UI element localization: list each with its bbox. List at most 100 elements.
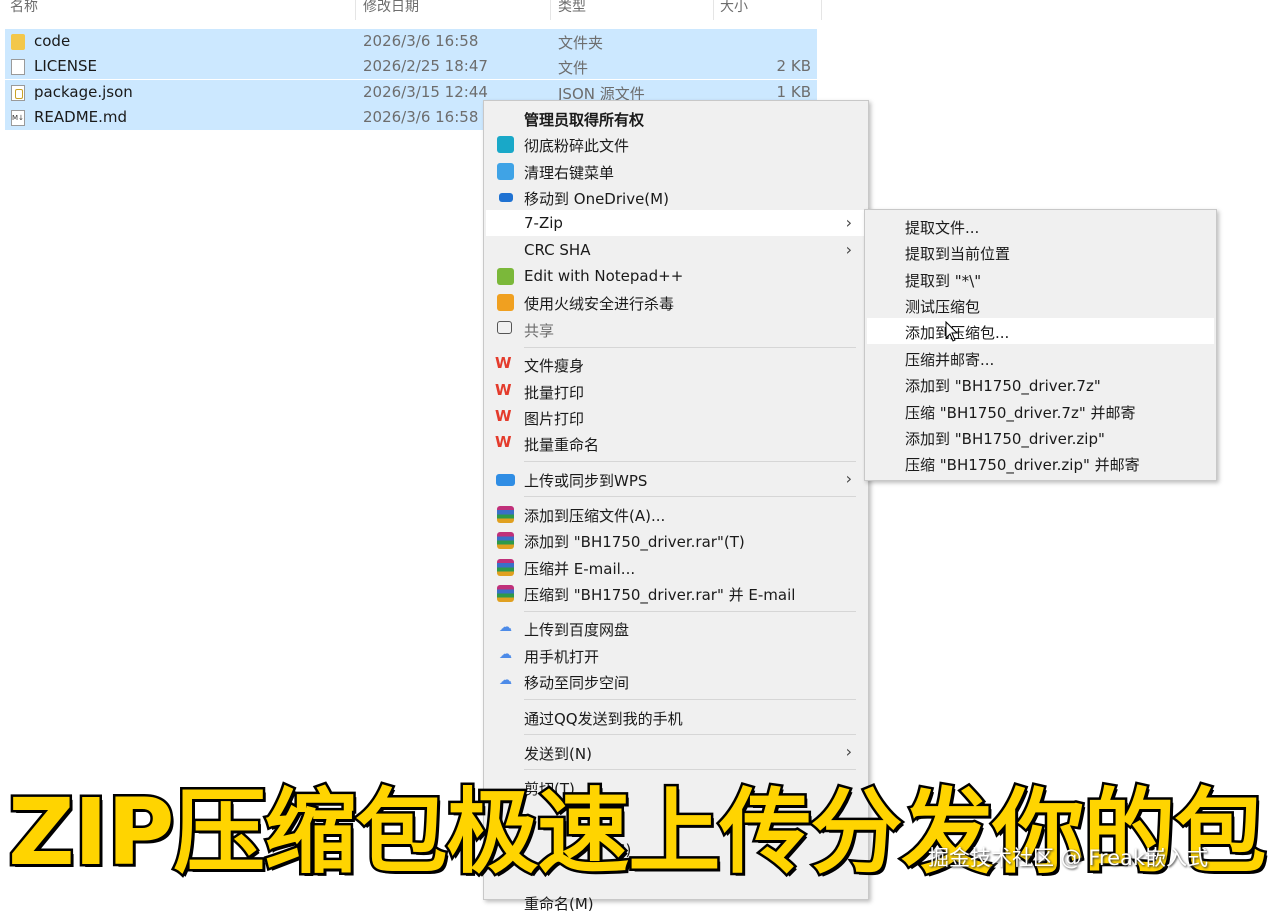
onedrive-cloud-icon	[499, 193, 513, 202]
menu-item-label: 用手机打开	[524, 648, 600, 666]
menu-item-label: 文件瘦身	[524, 357, 585, 375]
submenu-item-add-zip[interactable]: 添加到 "BH1750_driver.zip"	[867, 424, 1214, 450]
submenu-item-label: 提取到 "*\"	[905, 272, 982, 290]
file-modified: 2026/3/6 16:58	[363, 32, 479, 50]
menu-item-label: 添加到 "BH1750_driver.rar"(T)	[524, 533, 745, 551]
json-file-icon	[11, 85, 25, 101]
menu-item-baidu-upload[interactable]: ☁ 上传到百度网盘	[486, 615, 866, 641]
column-divider[interactable]	[550, 0, 551, 20]
chevron-right-icon: ›	[845, 469, 852, 488]
file-size: 2 KB	[776, 57, 811, 75]
file-list-header: 名称 修改日期 类型 大小	[0, 0, 822, 20]
notepadpp-icon	[497, 268, 514, 285]
menu-item-label: 清理右键菜单	[524, 164, 615, 182]
chevron-right-icon: ›	[845, 240, 852, 259]
menu-item-label: 上传到百度网盘	[524, 621, 630, 639]
menu-item-label: 批量重命名	[524, 436, 600, 454]
menu-item-label: CRC SHA	[524, 241, 591, 259]
submenu-item-label: 测试压缩包	[905, 298, 981, 316]
file-modified: 2026/3/6 16:58	[363, 108, 479, 126]
menu-item-wps-upload[interactable]: 上传或同步到WPS ›	[486, 466, 866, 492]
menu-item-label: 批量打印	[524, 384, 585, 402]
menu-item-wps-image-print[interactable]: W 图片打印	[486, 404, 866, 430]
menu-separator	[524, 611, 856, 612]
menu-separator	[524, 734, 856, 735]
submenu-item-add-7z[interactable]: 添加到 "BH1750_driver.7z"	[867, 371, 1214, 397]
menu-separator	[524, 769, 856, 770]
column-name[interactable]: 名称	[10, 0, 38, 16]
menu-item-rar-add[interactable]: 添加到压缩文件(A)...	[486, 501, 866, 527]
menu-item-label: 移动到 OneDrive(M)	[524, 190, 669, 208]
menu-item-wps-slim[interactable]: W 文件瘦身	[486, 351, 866, 377]
menu-item-rename[interactable]: 重命名(M)	[486, 889, 866, 915]
menu-item-label: 彻底粉碎此文件	[524, 137, 630, 155]
menu-item-label: 图片打印	[524, 410, 585, 428]
menu-item-label: 通过QQ发送到我的手机	[524, 710, 683, 728]
file-modified: 2026/3/15 12:44	[363, 83, 488, 101]
menu-item-rar-email[interactable]: 压缩并 E-mail...	[486, 554, 866, 580]
share-icon	[497, 321, 512, 334]
menu-item-notepadpp[interactable]: Edit with Notepad++	[486, 263, 866, 289]
column-divider[interactable]	[355, 0, 356, 20]
baidu-netdisk-icon: ☁	[499, 647, 512, 662]
winrar-icon	[497, 532, 514, 549]
submenu-item-add-archive[interactable]: 添加到压缩包...	[867, 318, 1214, 344]
submenu-item-compress-email[interactable]: 压缩并邮寄...	[867, 345, 1214, 371]
menu-item-label: 压缩到 "BH1750_driver.rar" 并 E-mail	[524, 586, 796, 604]
menu-item-label: Edit with Notepad++	[524, 267, 684, 285]
watermark: 掘金技术社区 @ Freak嵌入式	[928, 846, 1209, 870]
submenu-item-extract-to[interactable]: 提取到 "*\"	[867, 266, 1214, 292]
column-modified[interactable]: 修改日期	[363, 0, 419, 16]
wps-icon: W	[495, 407, 512, 425]
menu-item-label: 添加到压缩文件(A)...	[524, 507, 666, 525]
menu-item-label: 移动至同步空间	[524, 674, 630, 692]
baidu-netdisk-icon: ☁	[499, 673, 512, 688]
baidu-netdisk-icon: ☁	[499, 620, 512, 635]
submenu-item-extract[interactable]: 提取文件...	[867, 213, 1214, 239]
winrar-icon	[497, 506, 514, 523]
wps-cloud-icon	[496, 474, 515, 486]
winrar-icon	[497, 559, 514, 576]
menu-item-clean-menu[interactable]: 清理右键菜单	[486, 158, 866, 184]
menu-item-crc-sha[interactable]: CRC SHA ›	[486, 237, 866, 263]
menu-item-rar-add-named[interactable]: 添加到 "BH1750_driver.rar"(T)	[486, 527, 866, 553]
menu-item-label: 使用火绒安全进行杀毒	[524, 295, 675, 313]
submenu-item-label: 压缩 "BH1750_driver.zip" 并邮寄	[905, 456, 1140, 474]
menu-item-shred[interactable]: 彻底粉碎此文件	[486, 131, 866, 157]
huorong-shield-icon	[497, 294, 514, 311]
column-divider[interactable]	[821, 0, 822, 20]
menu-item-qq-send[interactable]: 通过QQ发送到我的手机	[486, 704, 866, 730]
menu-item-wps-batch-rename[interactable]: W 批量重命名	[486, 430, 866, 456]
menu-item-send-to[interactable]: 发送到(N) ›	[486, 739, 866, 765]
menu-separator	[524, 347, 856, 348]
menu-item-label: 重命名(M)	[524, 895, 594, 913]
submenu-item-extract-here[interactable]: 提取到当前位置	[867, 239, 1214, 265]
column-divider[interactable]	[713, 0, 714, 20]
menu-item-baidu-sync[interactable]: ☁ 移动至同步空间	[486, 668, 866, 694]
menu-item-label: 共享	[524, 322, 555, 340]
submenu-item-label: 添加到 "BH1750_driver.7z"	[905, 377, 1101, 395]
menu-item-share[interactable]: 共享	[486, 316, 866, 342]
file-type: 文件	[558, 59, 589, 77]
submenu-item-compress-7z-email[interactable]: 压缩 "BH1750_driver.7z" 并邮寄	[867, 398, 1214, 424]
submenu-item-compress-zip-email[interactable]: 压缩 "BH1750_driver.zip" 并邮寄	[867, 450, 1214, 476]
file-size: 1 KB	[776, 83, 811, 101]
shredder-icon	[497, 136, 514, 153]
menu-item-baidu-phone[interactable]: ☁ 用手机打开	[486, 642, 866, 668]
column-size[interactable]: 大小	[720, 0, 748, 16]
menu-item-wps-batch-print[interactable]: W 批量打印	[486, 378, 866, 404]
file-row-code[interactable]: code 2026/3/6 16:58 文件夹	[5, 29, 817, 54]
menu-item-take-ownership[interactable]: 管理员取得所有权	[486, 105, 866, 131]
menu-item-label: 压缩并 E-mail...	[524, 560, 636, 578]
file-name: package.json	[34, 83, 133, 101]
file-row-license[interactable]: LICENSE 2026/2/25 18:47 文件 2 KB	[5, 54, 817, 79]
menu-item-7zip[interactable]: 7-Zip ›	[486, 210, 866, 236]
submenu-item-label: 提取到当前位置	[905, 245, 1011, 263]
menu-separator	[524, 496, 856, 497]
column-type[interactable]: 类型	[558, 0, 586, 16]
submenu-item-test[interactable]: 测试压缩包	[867, 292, 1214, 318]
submenu-item-label: 添加到 "BH1750_driver.zip"	[905, 430, 1105, 448]
menu-item-huorong-scan[interactable]: 使用火绒安全进行杀毒	[486, 289, 866, 315]
menu-item-onedrive[interactable]: 移动到 OneDrive(M)	[486, 184, 866, 210]
menu-item-rar-email-named[interactable]: 压缩到 "BH1750_driver.rar" 并 E-mail	[486, 580, 866, 606]
